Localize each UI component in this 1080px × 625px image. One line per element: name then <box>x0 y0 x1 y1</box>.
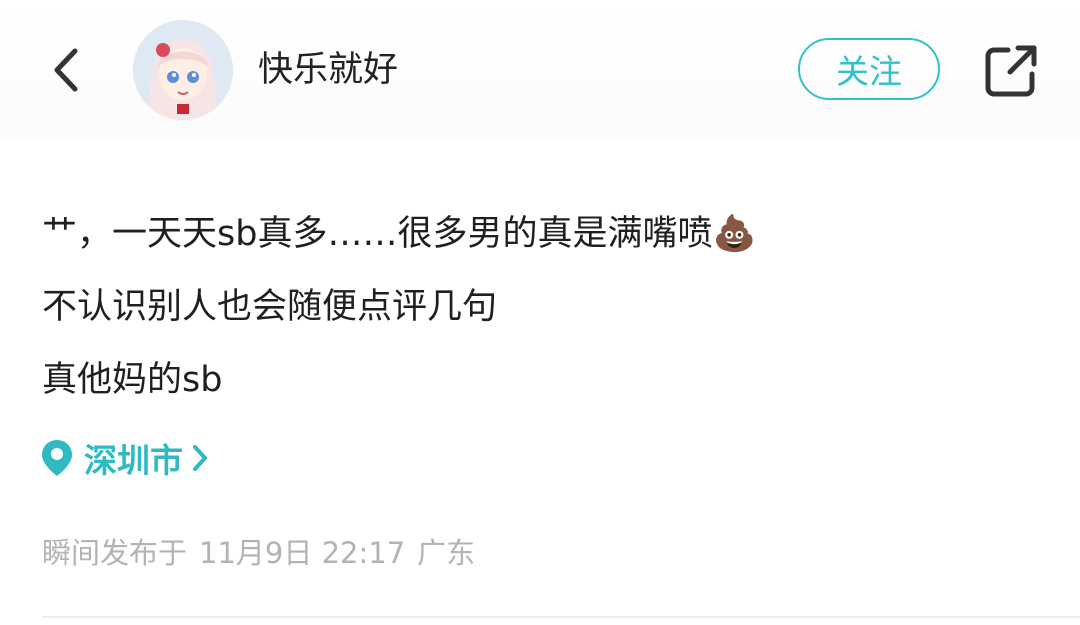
post-text-line: 艹，一天天sb真多……很多男的真是满嘴喷💩 <box>42 198 1042 271</box>
post-meta: 瞬间发布于 11月9日 22:17 广东 <box>42 530 475 572</box>
publish-datetime: 11月9日 22:17 <box>199 536 406 570</box>
chevron-left-icon <box>54 48 78 92</box>
poop-emoji: 💩 <box>712 214 757 254</box>
top-bar: 快乐就好 关注 <box>0 0 1080 140</box>
post-line-1: 艹，一天天sb真多……很多男的真是满嘴喷 <box>42 214 713 254</box>
follow-button[interactable]: 关注 <box>798 38 940 100</box>
avatar-image <box>133 20 233 120</box>
share-button[interactable] <box>980 40 1042 102</box>
back-button[interactable] <box>40 44 92 96</box>
location-link[interactable]: 深圳市 <box>40 434 209 482</box>
location-pin-icon <box>42 440 72 476</box>
username[interactable]: 快乐就好 <box>258 48 398 92</box>
avatar[interactable] <box>133 20 233 120</box>
chevron-right-icon <box>193 445 207 471</box>
post-body: 艹，一天天sb真多……很多男的真是满嘴喷💩 不认识别人也会随便点评几句 真他妈的… <box>42 198 1042 417</box>
divider <box>42 616 1080 618</box>
post-line-3: 真他妈的sb <box>42 360 223 400</box>
publish-region: 广东 <box>417 536 476 570</box>
location-label: 深圳市 <box>84 441 183 480</box>
publish-prefix: 瞬间发布于 <box>42 536 188 570</box>
share-external-icon <box>985 45 1037 97</box>
post-line-2: 不认识别人也会随便点评几句 <box>42 287 498 327</box>
